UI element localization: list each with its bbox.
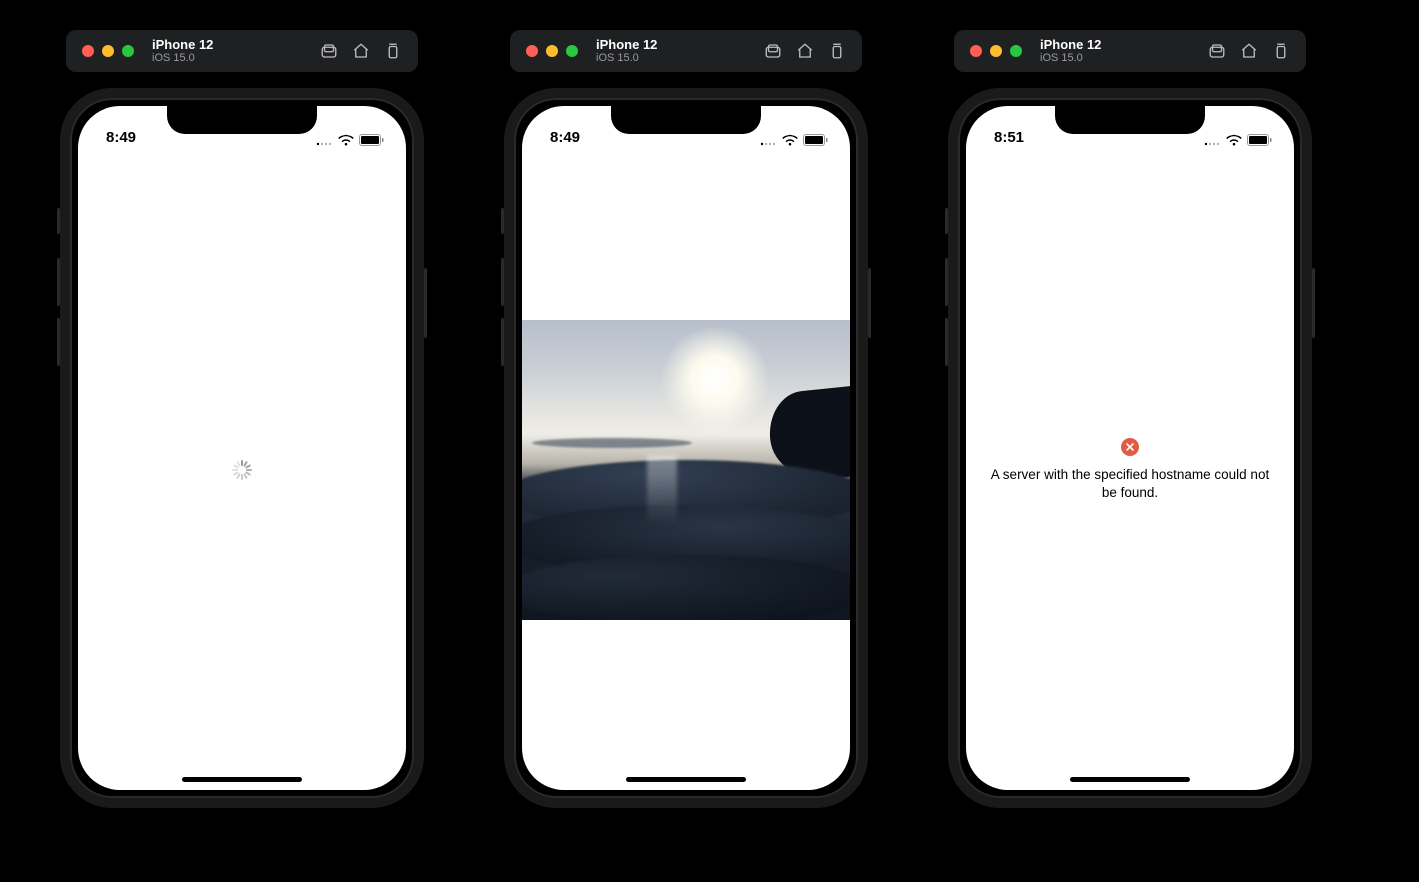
simulator-titlebar[interactable]: iPhone 12 iOS 15.0 <box>954 30 1306 72</box>
cellular-icon <box>760 135 777 146</box>
os-version: iOS 15.0 <box>1040 52 1101 64</box>
simulator-title-text: iPhone 12 iOS 15.0 <box>596 38 657 64</box>
close-window-button[interactable] <box>82 45 94 57</box>
app-content-image <box>522 150 850 790</box>
home-icon[interactable] <box>1240 42 1258 60</box>
home-indicator[interactable] <box>182 777 302 782</box>
simulator-titlebar[interactable]: iPhone 12 iOS 15.0 <box>66 30 418 72</box>
os-version: iOS 15.0 <box>596 52 657 64</box>
status-time: 8:49 <box>106 129 136 146</box>
window-traffic-lights <box>82 45 134 57</box>
volume-down-button[interactable] <box>57 318 60 366</box>
mute-switch[interactable] <box>57 208 60 234</box>
error-x-icon <box>1121 438 1139 456</box>
os-version: iOS 15.0 <box>152 52 213 64</box>
wifi-icon <box>782 134 798 146</box>
home-indicator[interactable] <box>1070 777 1190 782</box>
device-name: iPhone 12 <box>152 38 213 52</box>
rotate-icon[interactable] <box>1272 42 1290 60</box>
home-icon[interactable] <box>796 42 814 60</box>
power-button[interactable] <box>424 268 427 338</box>
power-button[interactable] <box>868 268 871 338</box>
phone-screen[interactable]: 8:49 <box>78 106 406 790</box>
simulator-1: iPhone 12 iOS 15.0 <box>60 30 424 808</box>
zoom-window-button[interactable] <box>122 45 134 57</box>
volume-down-button[interactable] <box>501 318 504 366</box>
simulator-3: iPhone 12 iOS 15.0 <box>948 30 1312 808</box>
device-name: iPhone 12 <box>596 38 657 52</box>
loaded-image <box>522 320 850 620</box>
error-message: A server with the specified hostname cou… <box>966 466 1294 502</box>
status-time: 8:51 <box>994 129 1024 146</box>
phone-frame: 8:49 <box>504 88 868 808</box>
window-traffic-lights <box>526 45 578 57</box>
rotate-icon[interactable] <box>828 42 846 60</box>
status-time: 8:49 <box>550 129 580 146</box>
battery-icon <box>359 134 384 146</box>
phone-screen[interactable]: 8:49 <box>522 106 850 790</box>
battery-icon <box>803 134 828 146</box>
notch <box>611 106 761 134</box>
simulator-title-text: iPhone 12 iOS 15.0 <box>152 38 213 64</box>
home-indicator[interactable] <box>626 777 746 782</box>
minimize-window-button[interactable] <box>546 45 558 57</box>
window-traffic-lights <box>970 45 1022 57</box>
minimize-window-button[interactable] <box>990 45 1002 57</box>
cellular-icon <box>1204 135 1221 146</box>
screenshot-icon[interactable] <box>320 42 338 60</box>
zoom-window-button[interactable] <box>566 45 578 57</box>
zoom-window-button[interactable] <box>1010 45 1022 57</box>
volume-down-button[interactable] <box>945 318 948 366</box>
simulator-gallery: iPhone 12 iOS 15.0 <box>0 0 1419 838</box>
volume-up-button[interactable] <box>57 258 60 306</box>
phone-frame: 8:51 <box>948 88 1312 808</box>
mute-switch[interactable] <box>501 208 504 234</box>
wifi-icon <box>1226 134 1242 146</box>
loading-spinner-icon <box>232 460 252 480</box>
simulator-2: iPhone 12 iOS 15.0 <box>504 30 868 808</box>
wifi-icon <box>338 134 354 146</box>
simulator-title-text: iPhone 12 iOS 15.0 <box>1040 38 1101 64</box>
volume-up-button[interactable] <box>945 258 948 306</box>
home-icon[interactable] <box>352 42 370 60</box>
app-content-error: A server with the specified hostname cou… <box>966 150 1294 790</box>
device-name: iPhone 12 <box>1040 38 1101 52</box>
cellular-icon <box>316 135 333 146</box>
app-content-loading <box>78 150 406 790</box>
phone-screen[interactable]: 8:51 <box>966 106 1294 790</box>
close-window-button[interactable] <box>970 45 982 57</box>
mute-switch[interactable] <box>945 208 948 234</box>
notch <box>1055 106 1205 134</box>
notch <box>167 106 317 134</box>
simulator-titlebar[interactable]: iPhone 12 iOS 15.0 <box>510 30 862 72</box>
power-button[interactable] <box>1312 268 1315 338</box>
battery-icon <box>1247 134 1272 146</box>
screenshot-icon[interactable] <box>1208 42 1226 60</box>
minimize-window-button[interactable] <box>102 45 114 57</box>
rotate-icon[interactable] <box>384 42 402 60</box>
close-window-button[interactable] <box>526 45 538 57</box>
phone-frame: 8:49 <box>60 88 424 808</box>
volume-up-button[interactable] <box>501 258 504 306</box>
screenshot-icon[interactable] <box>764 42 782 60</box>
